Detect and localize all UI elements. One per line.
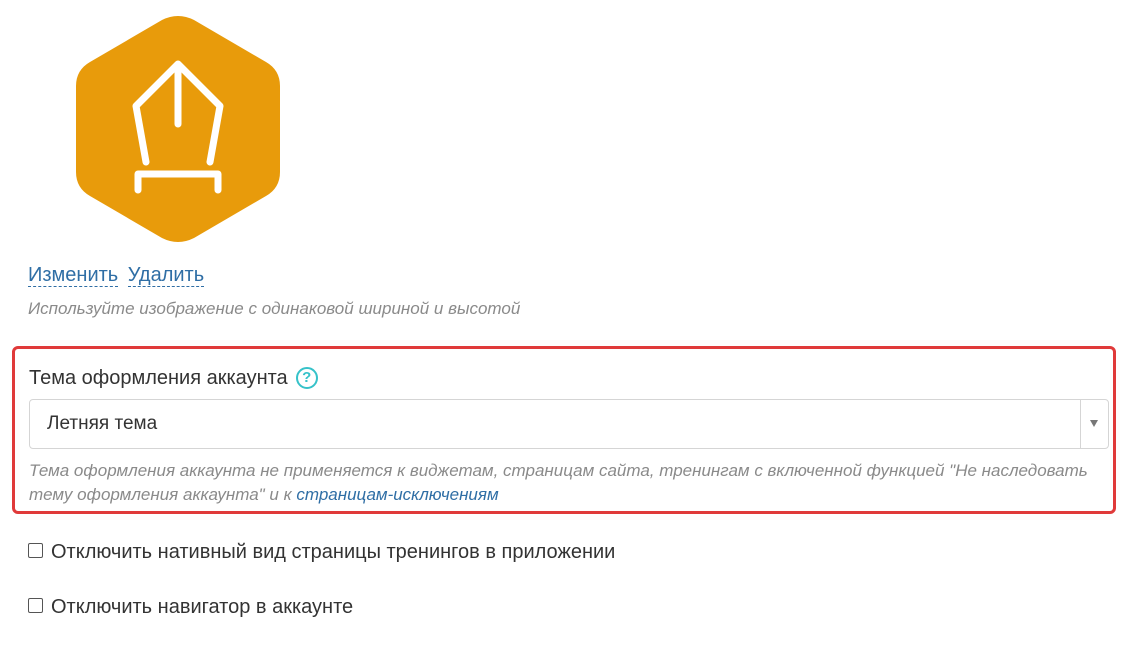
- theme-select-value: Летняя тема: [47, 413, 158, 434]
- disable-navigator-option[interactable]: Отключить навигатор в аккаунте: [28, 594, 353, 620]
- theme-label-text: Тема оформления аккаунта: [29, 367, 288, 389]
- change-image-link[interactable]: Изменить: [28, 264, 119, 287]
- disable-native-view-label[interactable]: Отключить нативный вид страницы тренинго…: [51, 539, 615, 565]
- disable-navigator-checkbox[interactable]: [28, 597, 43, 613]
- account-logo: [74, 14, 282, 244]
- disable-native-view-checkbox[interactable]: [28, 542, 43, 558]
- image-hint: Используйте изображение с одинаковой шир…: [28, 299, 521, 318]
- theme-hint: Тема оформления аккаунта не применяется …: [29, 459, 1089, 507]
- theme-field-label: Тема оформления аккаунта ?: [29, 365, 318, 391]
- theme-select[interactable]: Летняя тема: [29, 399, 1109, 449]
- select-arrow-zone[interactable]: [1080, 400, 1108, 448]
- image-actions: Изменить Удалить: [28, 262, 205, 288]
- exception-pages-link[interactable]: страницам-исключениям: [296, 485, 498, 504]
- theme-hint-text: Тема оформления аккаунта не применяется …: [29, 461, 1088, 504]
- disable-native-view-option[interactable]: Отключить нативный вид страницы тренинго…: [28, 539, 615, 565]
- disable-navigator-label[interactable]: Отключить навигатор в аккаунте: [51, 594, 353, 620]
- chevron-down-icon: [1090, 420, 1098, 427]
- account-settings-page: Изменить Удалить Используйте изображение…: [0, 0, 1136, 648]
- question-circle-icon[interactable]: ?: [295, 367, 318, 389]
- theme-section-highlight: Тема оформления аккаунта ? Летняя тема Т…: [12, 346, 1116, 514]
- pen-nib-icon: [76, 16, 280, 242]
- delete-image-link[interactable]: Удалить: [127, 264, 205, 287]
